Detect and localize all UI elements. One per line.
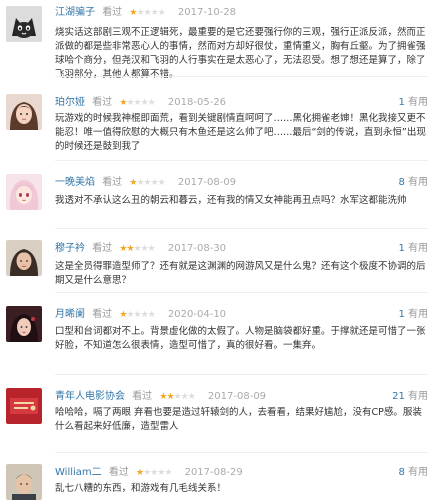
review-date: 2017-08-09	[177, 177, 237, 188]
username-link[interactable]: William二	[55, 467, 102, 478]
useful-count[interactable]: 1 有用	[398, 96, 428, 110]
username-link[interactable]: 月晞阑	[55, 309, 85, 320]
rating-stars: ★★★★★	[129, 8, 165, 18]
avatar[interactable]	[6, 388, 42, 424]
anime-girl-avatar-icon	[6, 174, 42, 210]
review-item: 月晞阑 看过 ★★★★★ 2020-04-10 1 有用 口型和台词都对不上。背…	[0, 300, 438, 362]
rating-stars: ★★★★★	[129, 178, 165, 188]
review-meta: 珀尔娅 看过 ★★★★★ 2018-05-26 1 有用	[55, 96, 428, 110]
watched-badge: 看过	[132, 391, 153, 402]
cat-avatar-icon	[6, 6, 42, 42]
divider	[55, 228, 428, 229]
review-text: 我透对不承认这么丑的朝云和暮云，还有我的情又女神能再丑点吗？水军这都能洗帅	[55, 195, 407, 206]
review-item: 穆子衿 看过 ★★★★★ 2017-08-30 1 有用 这是全员得罪造型师了？…	[0, 236, 438, 286]
review-item: 青年人电影协会 看过 ★★★★★ 2017-08-09 21 有用 哈哈哈，嗝了…	[0, 382, 438, 440]
review-date: 2017-08-30	[167, 243, 227, 254]
review-date: 2017-10-28	[177, 7, 237, 18]
useful-count[interactable]: 8 有用	[398, 466, 428, 480]
rating-stars: ★★★★★	[119, 244, 155, 254]
username-link[interactable]: 穆子衿	[55, 243, 85, 254]
watched-badge: 看过	[102, 7, 123, 18]
username-link[interactable]: 青年人电影协会	[55, 391, 125, 402]
red-logo-avatar-icon	[6, 388, 42, 424]
review-list: 江湖骗子 看过 ★★★★★ 2017-10-28 烧实话这部剧三观不正逻辑死，最…	[0, 0, 438, 500]
man-avatar-icon	[6, 464, 42, 500]
review-item: William二 看过 ★★★★★ 2017-08-29 8 有用 乱七八糟的东…	[0, 458, 438, 500]
useful-count[interactable]: 1 有用	[398, 242, 428, 256]
rating-stars: ★★★★★	[136, 468, 172, 478]
username-link[interactable]: 珀尔娅	[55, 97, 85, 108]
dark-portrait-avatar-icon	[6, 306, 42, 342]
review-date: 2017-08-09	[207, 391, 267, 402]
avatar[interactable]	[6, 240, 42, 276]
watched-badge: 看过	[102, 177, 123, 188]
useful-count[interactable]: 8 有用	[398, 176, 428, 190]
useful-count[interactable]: 21 有用	[392, 390, 428, 404]
rating-stars: ★★★★★	[119, 98, 155, 108]
watched-badge: 看过	[92, 309, 113, 320]
portrait-avatar-icon	[6, 240, 42, 276]
review-meta: William二 看过 ★★★★★ 2017-08-29 8 有用	[55, 466, 428, 480]
divider	[55, 76, 428, 77]
useful-count[interactable]: 1 有用	[398, 308, 428, 322]
rating-stars: ★★★★★	[159, 392, 195, 402]
watched-badge: 看过	[92, 97, 113, 108]
divider	[55, 160, 428, 161]
username-link[interactable]: 江湖骗子	[55, 7, 95, 18]
divider	[55, 292, 428, 293]
review-text: 烧实话这部剧三观不正逻辑死，最重要的是它还要强行你的三观，强行正派反派，然而正派…	[55, 27, 426, 80]
review-text: 乱七八糟的东西，和游戏有几毛线关系！	[55, 483, 227, 494]
watched-badge: 看过	[92, 243, 113, 254]
review-item: 江湖骗子 看过 ★★★★★ 2017-10-28 烧实话这部剧三观不正逻辑死，最…	[0, 0, 438, 80]
watched-badge: 看过	[108, 467, 129, 478]
rating-stars: ★★★★★	[119, 310, 155, 320]
avatar[interactable]	[6, 6, 42, 42]
review-text: 哈哈哈，嗝了两眼 弃看也要是造过轩辕剑的人，去看看，结果好尴尬，没有CP感。服装…	[55, 407, 422, 432]
username-link[interactable]: 一晚美焰	[55, 177, 95, 188]
avatar[interactable]	[6, 174, 42, 210]
divider	[55, 374, 428, 375]
review-meta: 一晚美焰 看过 ★★★★★ 2017-08-09 8 有用	[55, 176, 428, 190]
avatar[interactable]	[6, 306, 42, 342]
review-meta: 江湖骗子 看过 ★★★★★ 2017-10-28	[55, 6, 428, 20]
avatar[interactable]	[6, 464, 42, 500]
review-meta: 月晞阑 看过 ★★★★★ 2020-04-10 1 有用	[55, 308, 428, 322]
review-item: 一晚美焰 看过 ★★★★★ 2017-08-09 8 有用 我透对不承认这么丑的…	[0, 170, 438, 214]
review-meta: 穆子衿 看过 ★★★★★ 2017-08-30 1 有用	[55, 242, 428, 256]
review-date: 2018-05-26	[167, 97, 227, 108]
review-meta: 青年人电影协会 看过 ★★★★★ 2017-08-09 21 有用	[55, 390, 428, 404]
review-text: 这是全员得罪造型师了？还有就是这渊渊的网游风又是什么鬼？还有这个极度不协调的后期…	[55, 261, 426, 286]
review-date: 2017-08-29	[184, 467, 243, 478]
divider	[55, 452, 428, 453]
review-text: 口型和台词都对不上。背景虚化做的太假了。人物是脑袋都好重。于撑就还是可惜了一张好…	[55, 326, 426, 351]
review-date: 2020-04-10	[167, 309, 227, 320]
review-text: 玩游戏的时候我神棍即面荒，看到关键剧情直呵呵了……黑化拥雀老婶！黑化我接又更不能…	[55, 113, 426, 152]
avatar[interactable]	[6, 94, 42, 130]
girl-avatar-icon	[6, 94, 42, 130]
review-item: 珀尔娅 看过 ★★★★★ 2018-05-26 1 有用 玩游戏的时候我神棍即面…	[0, 86, 438, 152]
